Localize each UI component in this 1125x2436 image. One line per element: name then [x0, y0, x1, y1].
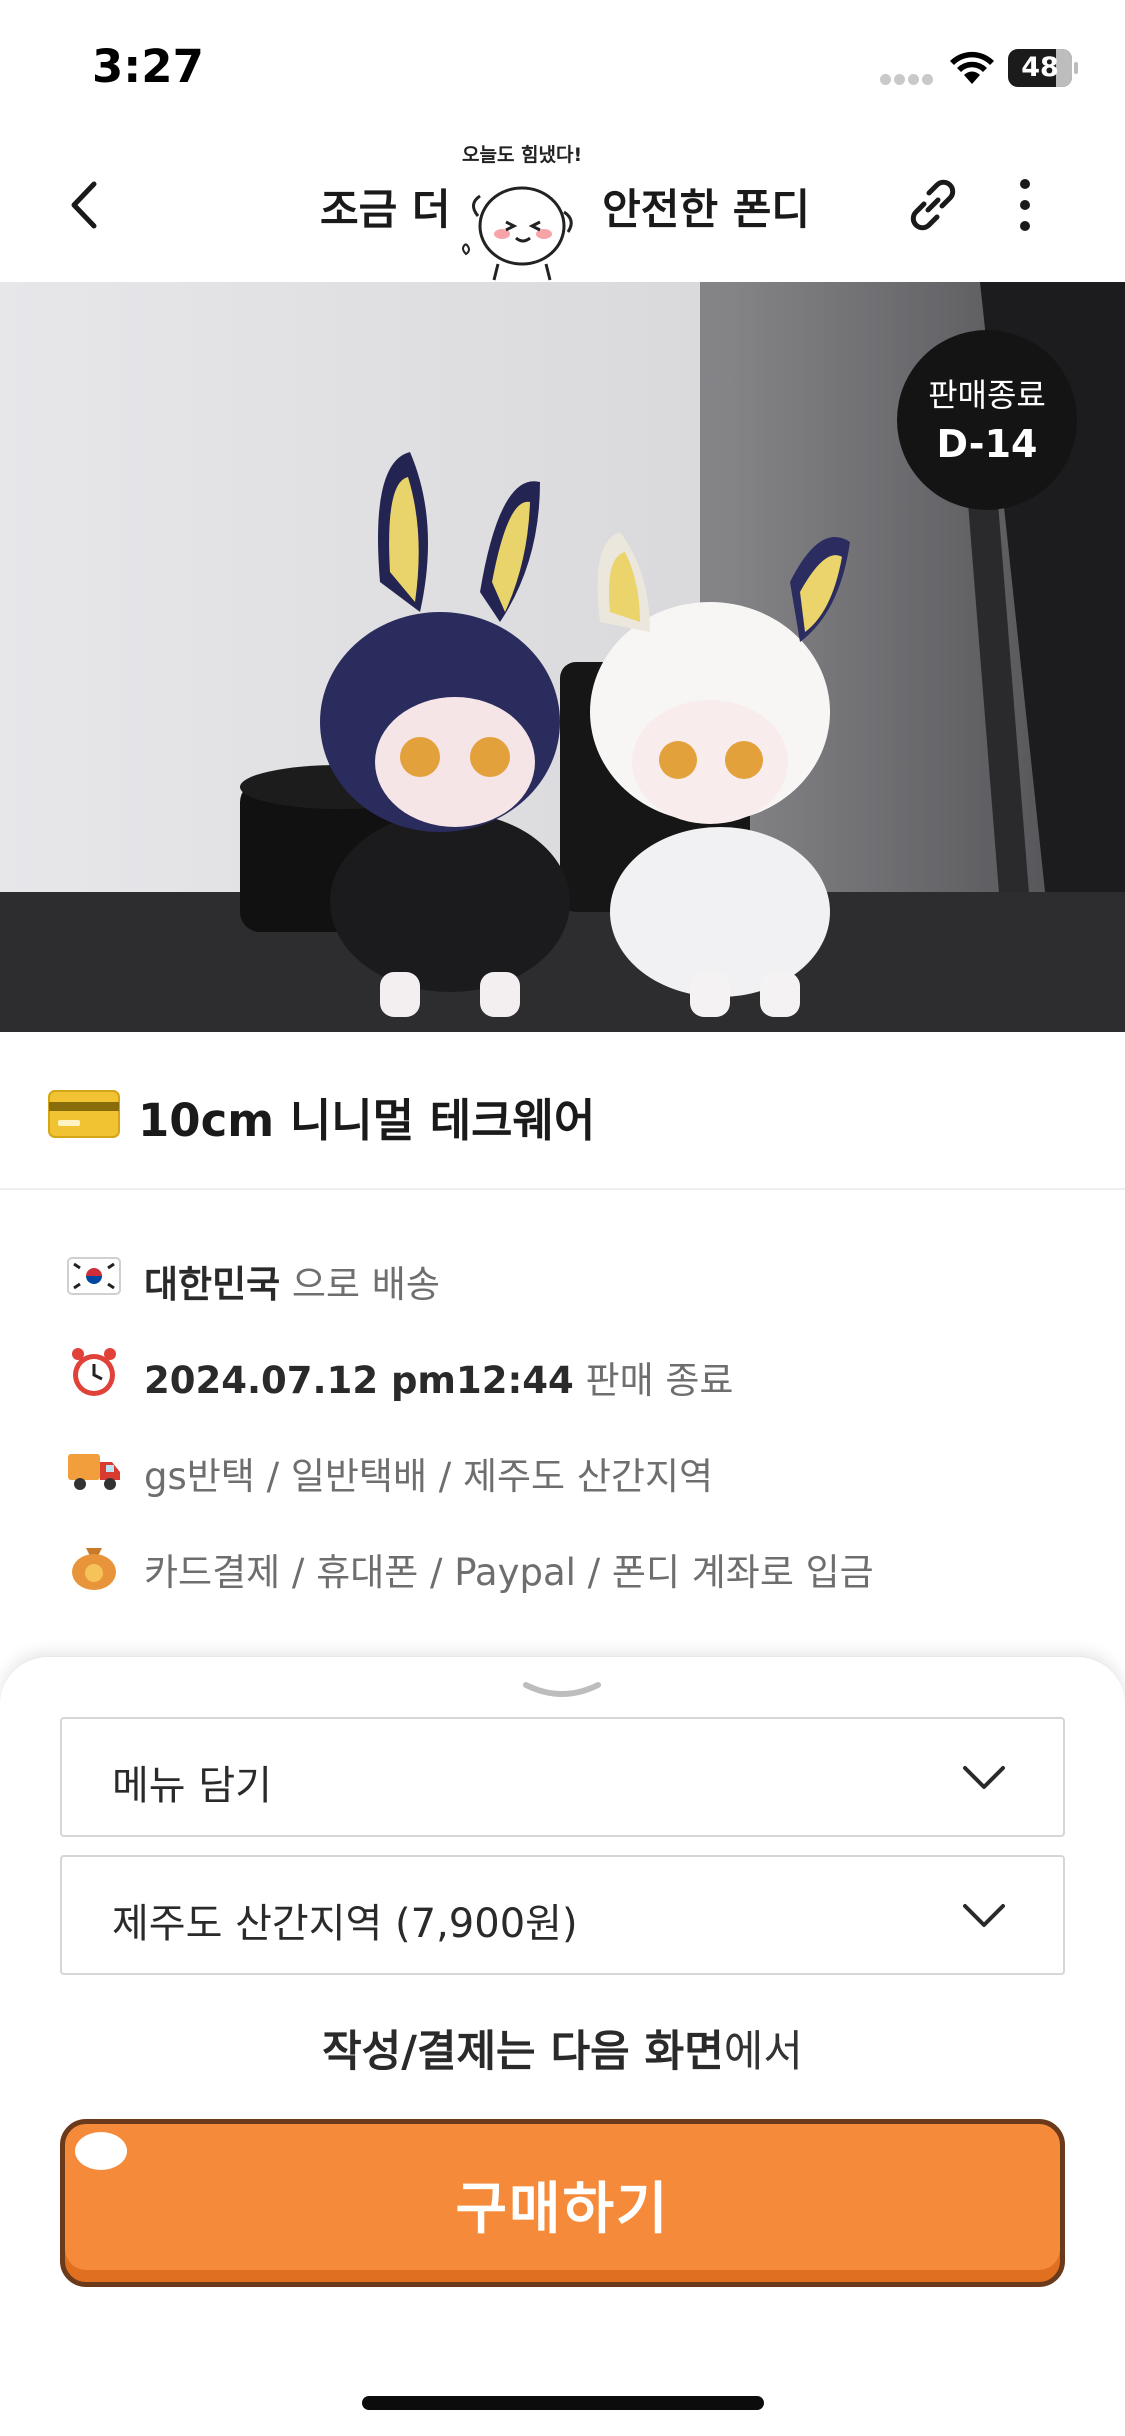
link-icon[interactable] — [902, 174, 964, 236]
back-icon[interactable] — [60, 170, 110, 240]
sheet-collapse-handle-icon[interactable] — [520, 1679, 604, 1705]
money-bag-icon — [72, 1548, 116, 1590]
alarm-clock-icon — [72, 1348, 116, 1396]
product-title-row: 10cm 니니멀 테크웨어 — [0, 1032, 1125, 1190]
home-indicator[interactable] — [362, 2396, 764, 2410]
shipping-country-text: 대한민국 으로 배송 — [144, 1263, 440, 1306]
shipping-country-row: 대한민국 으로 배송 — [0, 1240, 1125, 1310]
cellular-signal-icon — [880, 70, 936, 85]
header: 조금 더 오늘도 힘냈다! 안전한 폰디 — [0, 130, 1125, 282]
battery-icon: 48 — [1008, 49, 1078, 87]
product-image[interactable]: 판매종료 D-14 — [0, 282, 1125, 1032]
product-title: 10cm 니니멀 테크웨어 — [138, 1094, 596, 1147]
purchase-sheet: 메뉴 담기 제주도 산간지역 (7,900원) 작성/결제는 다음 화면에서 구… — [0, 1656, 1125, 2436]
sale-deadline-badge: 판매종료 D-14 — [897, 330, 1077, 510]
sale-end-text: 2024.07.12 pm12:44 판매 종료 — [144, 1359, 734, 1402]
more-vertical-icon[interactable] — [1000, 174, 1050, 236]
delivery-method-row: gs반택 / 일반택배 / 제주도 산간지역 — [0, 1432, 1125, 1502]
shipping-option-label: 제주도 산간지역 (7,900원) — [112, 1901, 578, 1947]
brand-text-right: 안전한 폰디 — [602, 185, 810, 234]
credit-card-icon — [48, 1090, 120, 1138]
menu-select[interactable]: 메뉴 담기 — [60, 1717, 1065, 1837]
payment-method-row: 카드결제 / 휴대폰 / Paypal / 폰디 계좌로 입금 — [0, 1528, 1125, 1598]
battery-level: 48 — [1021, 52, 1059, 83]
chevron-down-icon — [963, 1904, 1005, 1927]
wifi-icon — [950, 51, 994, 84]
status-time: 3:27 — [92, 40, 204, 93]
sale-end-row: 2024.07.12 pm12:44 판매 종료 — [0, 1336, 1125, 1406]
brand-logo[interactable]: 조금 더 오늘도 힘냈다! 안전한 폰디 — [320, 130, 810, 282]
chevron-down-icon — [963, 1766, 1005, 1789]
delivery-method-text: gs반택 / 일반택배 / 제주도 산간지역 — [144, 1455, 714, 1498]
buy-button-label: 구매하기 — [455, 2177, 670, 2242]
deadline-label: 판매종료 — [928, 376, 1046, 414]
buy-button[interactable]: 구매하기 — [60, 2119, 1065, 2287]
menu-select-label: 메뉴 담기 — [112, 1763, 272, 1809]
deadline-countdown: D-14 — [936, 422, 1038, 466]
brand-text-left: 조금 더 — [320, 185, 451, 234]
status-bar: 3:27 48 — [0, 0, 1125, 130]
brand-speech-bubble: 오늘도 힘냈다! — [462, 144, 583, 166]
korea-flag-icon — [67, 1257, 121, 1295]
mascot-icon — [462, 186, 573, 281]
shipping-option-select[interactable]: 제주도 산간지역 (7,900원) — [60, 1855, 1065, 1975]
checkout-note: 작성/결제는 다음 화면에서 — [322, 2027, 803, 2077]
payment-method-text: 카드결제 / 휴대폰 / Paypal / 폰디 계좌로 입금 — [144, 1551, 874, 1594]
delivery-truck-icon — [68, 1454, 120, 1490]
screen: 3:27 48 조금 더 오늘도 힘냈다! 안전한 폰디 판매종료 D-14 1… — [0, 0, 1125, 2436]
